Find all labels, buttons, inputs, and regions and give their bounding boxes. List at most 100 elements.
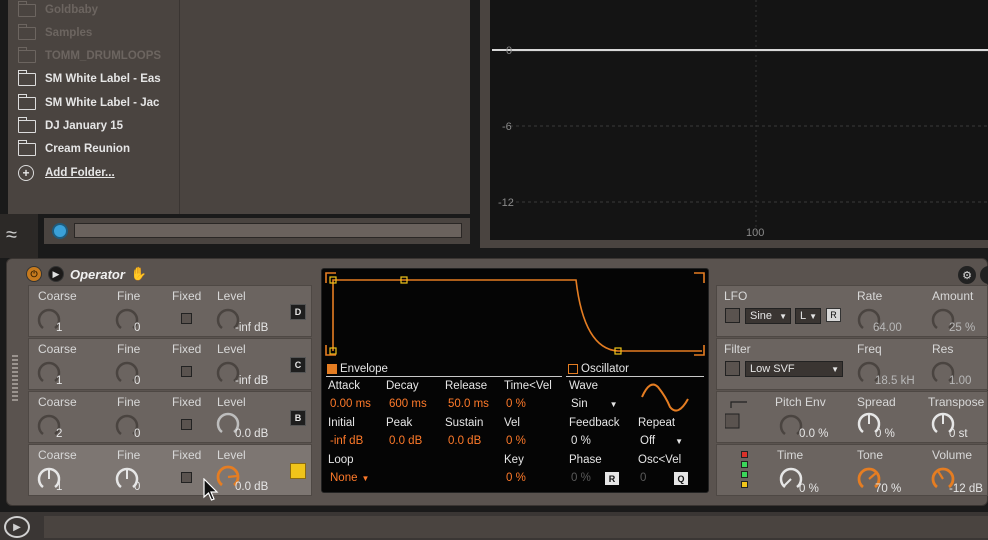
operator-row-a: Coarse Fine Fixed Level 1 0 0.0 dB — [28, 444, 312, 496]
device-grip[interactable] — [12, 355, 18, 401]
oscvel-quantize-button[interactable]: Q — [674, 472, 688, 485]
pitch-env-icon[interactable] — [725, 400, 753, 432]
fixed-label: Fixed — [172, 395, 202, 409]
phase-label: Phase — [569, 454, 602, 466]
lfo-dest-select[interactable]: L ▼ — [795, 308, 821, 324]
sustain-value[interactable]: 0.0 dB — [448, 435, 481, 447]
phase-value[interactable]: 0 % — [571, 472, 591, 484]
folder-item[interactable]: Goldbaby — [17, 0, 98, 20]
repeat-select[interactable]: Off ▼ — [640, 435, 683, 447]
mouse-cursor-icon — [203, 478, 219, 501]
play-icon[interactable]: ▶ — [48, 266, 64, 282]
coarse-value: 2 — [56, 428, 63, 440]
dropdown-arrow-icon: ▼ — [609, 400, 618, 409]
fixed-checkbox[interactable] — [181, 366, 192, 377]
filter-section: Filter Low SVF ▼ Freq 18.5 kH Res 1.00 — [716, 338, 988, 390]
tone-label: Tone — [857, 448, 884, 462]
fixed-checkbox[interactable] — [181, 419, 192, 430]
vel-label: Vel — [504, 417, 520, 429]
key-value[interactable]: 0 % — [506, 472, 526, 484]
divider — [566, 376, 704, 377]
loop-label: Loop — [328, 454, 354, 466]
rate-value: 64.00 — [873, 322, 902, 334]
folder-item[interactable]: Cream Reunion — [17, 139, 130, 159]
settings-icon[interactable]: ⚙ — [958, 266, 976, 284]
play-button[interactable]: ▶ — [4, 516, 30, 538]
operator-active-indicator[interactable] — [290, 463, 306, 479]
folder-icon — [17, 93, 36, 110]
oscillator-header[interactable]: Oscillator — [568, 363, 629, 375]
add-folder-button[interactable]: + Add Folder... — [18, 163, 115, 183]
dropdown-arrow-icon: ▼ — [809, 311, 817, 321]
operator-letter-button[interactable]: D — [290, 304, 306, 320]
folder-item[interactable]: Samples — [17, 23, 92, 43]
feedback-value[interactable]: 0 % — [571, 435, 591, 447]
operator-letter-button[interactable]: C — [290, 357, 306, 373]
wave-select[interactable]: Sin ▼ — [571, 398, 618, 410]
folder-item[interactable]: SM White Label - Eas — [17, 69, 161, 89]
lfo-section: LFO Sine ▼ L ▼ R Rate 64.00 Amount 25 % — [716, 285, 988, 337]
timevel-value[interactable]: 0 % — [506, 398, 526, 410]
level-label: Level — [217, 342, 246, 356]
sustain-label: Sustain — [445, 417, 484, 429]
oscillator-square-icon — [568, 364, 578, 374]
envelope-square-icon — [327, 364, 337, 374]
power-icon[interactable]: ⏻ — [26, 266, 42, 282]
fine-label: Fine — [117, 448, 141, 462]
folder-item[interactable]: SM White Label - Jac — [17, 93, 159, 113]
folder-item[interactable]: DJ January 15 — [17, 116, 123, 136]
hand-icon[interactable]: ✋ — [131, 266, 147, 282]
device-title: Operator — [70, 266, 125, 282]
lfo-enable-checkbox[interactable] — [725, 308, 740, 323]
coarse-label: Coarse — [38, 342, 77, 356]
lfo-wave-select[interactable]: Sine ▼ — [745, 308, 791, 324]
initial-value[interactable]: -inf dB — [330, 435, 363, 447]
fine-value: 0 — [134, 428, 141, 440]
hotswap-icon[interactable] — [52, 223, 68, 239]
browser-tree: Goldbaby Samples TOMM_DRUMLOOPS SM White… — [8, 0, 180, 214]
filter-type-select[interactable]: Low SVF ▼ — [745, 361, 843, 377]
folder-icon — [17, 69, 36, 86]
vel-value[interactable]: 0 % — [506, 435, 526, 447]
folder-icon — [17, 139, 36, 156]
decay-label: Decay — [386, 380, 419, 392]
dropdown-arrow-icon: ▼ — [779, 311, 787, 321]
add-icon: + — [18, 165, 34, 181]
wave-icon[interactable]: ≈ — [6, 225, 30, 245]
dropdown-arrow-icon: ▼ — [675, 437, 684, 446]
envelope-header[interactable]: Envelope — [327, 363, 388, 375]
level-label: Level — [217, 395, 246, 409]
coarse-label: Coarse — [38, 395, 77, 409]
bottom-field[interactable] — [44, 516, 988, 538]
lfo-retrigger-button[interactable]: R — [826, 308, 841, 322]
transpose-label: Transpose — [928, 395, 985, 409]
peak-value[interactable]: 0.0 dB — [389, 435, 422, 447]
attack-value[interactable]: 0.00 ms — [330, 398, 371, 410]
folder-icon — [17, 46, 36, 63]
hotswap-bar — [44, 218, 470, 244]
loop-select[interactable]: None ▼ — [330, 472, 369, 484]
phase-retrigger-button[interactable]: R — [605, 472, 619, 485]
release-value[interactable]: 50.0 ms — [448, 398, 489, 410]
amount-value: 25 % — [949, 322, 976, 334]
fixed-checkbox[interactable] — [181, 472, 192, 483]
decay-value[interactable]: 600 ms — [389, 398, 427, 410]
filter-enable-checkbox[interactable] — [725, 361, 740, 376]
fixed-checkbox[interactable] — [181, 313, 192, 324]
level-label: Level — [217, 448, 246, 462]
volume-label: Volume — [932, 448, 973, 462]
initial-label: Initial — [328, 417, 355, 429]
amount-label: Amount — [932, 289, 974, 303]
level-meter-led — [741, 461, 748, 468]
oscvel-value[interactable]: 0 — [640, 472, 646, 484]
level-meter-led — [741, 451, 748, 458]
rate-label: Rate — [857, 289, 883, 303]
spread-value: 0 % — [875, 428, 895, 440]
fixed-label: Fixed — [172, 289, 202, 303]
level-meter-led — [741, 471, 748, 478]
folder-item[interactable]: TOMM_DRUMLOOPS — [17, 46, 161, 66]
operator-letter-button[interactable]: B — [290, 410, 306, 426]
search-field[interactable] — [74, 223, 462, 238]
oscvel-label: Osc<Vel — [638, 454, 682, 466]
pitch-env-value: 0.0 % — [799, 428, 829, 440]
